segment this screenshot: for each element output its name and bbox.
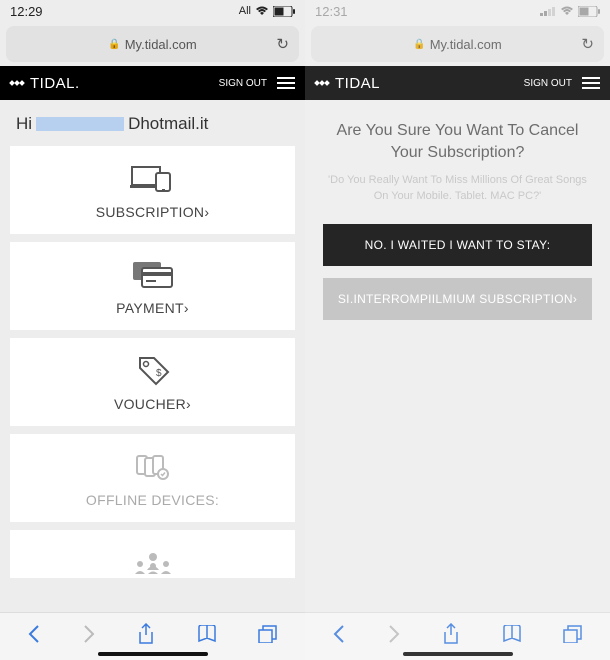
brand: TIDAL (315, 75, 380, 92)
bookmarks-icon[interactable] (502, 625, 522, 648)
brand-text: TIDAL (335, 75, 380, 92)
reload-icon[interactable]: ↻ (581, 35, 594, 53)
battery-icon (273, 6, 295, 17)
status-indicators (540, 6, 600, 17)
share-icon[interactable] (442, 623, 460, 650)
status-time: 12:31 (315, 4, 348, 19)
url-text: My.tidal.com (125, 37, 197, 52)
card-family[interactable] (10, 530, 295, 578)
card-offline-devices[interactable]: OFFLINE DEVICES: (10, 434, 295, 522)
lock-icon: 🔒 (108, 39, 120, 50)
brand-text: TIDAL. (30, 75, 80, 92)
svg-text:$: $ (156, 368, 162, 379)
card-payment[interactable]: PAYMENT› (10, 242, 295, 330)
card-label: SUBSCRIPTION› (10, 204, 295, 220)
tabs-icon[interactable] (258, 625, 278, 648)
carrier-label: All (239, 5, 251, 17)
devices-icon (10, 164, 295, 194)
cancel-subscription-button[interactable]: SI.INTERROMPIILMIUM SUBSCRIPTION› (323, 278, 592, 320)
tidal-app-bar: TIDAL SIGN OUT (305, 66, 610, 100)
content-right: Are You Sure You Want To Cancel Your Sub… (305, 100, 610, 612)
wifi-icon (255, 6, 269, 16)
card-label: OFFLINE DEVICES: (10, 492, 295, 508)
url-text: My.tidal.com (430, 37, 502, 52)
home-indicator[interactable] (98, 652, 208, 656)
sign-out-link[interactable]: SIGN OUT (524, 78, 572, 89)
status-bar: 12:31 (305, 0, 610, 22)
tag-icon: $ (10, 356, 295, 386)
nav-forward-icon (82, 624, 96, 649)
tabs-icon[interactable] (563, 625, 583, 648)
cancel-subtext: 'Do You Really Want To Miss Millions Of … (327, 173, 588, 204)
greeting-prefix: Hi (16, 114, 32, 134)
nav-back-icon[interactable] (27, 624, 41, 649)
cancel-heading: Are You Sure You Want To Cancel Your Sub… (323, 120, 592, 163)
card-label: PAYMENT› (10, 300, 295, 316)
status-time: 12:29 (10, 4, 43, 19)
tidal-logo-icon (315, 81, 329, 85)
home-indicator[interactable] (403, 652, 513, 656)
share-icon[interactable] (137, 623, 155, 650)
wifi-icon (560, 6, 574, 16)
sign-out-link[interactable]: SIGN OUT (219, 78, 267, 89)
nav-back-icon[interactable] (332, 624, 346, 649)
content-left: Hi Dhotmail.it SUBSCRIPTION› PAYMENT› $ … (0, 100, 305, 612)
phone-right: 12:31 🔒 My.tidal.com ↻ TIDAL SIGN OUT Ar… (305, 0, 610, 660)
greeting: Hi Dhotmail.it (16, 114, 295, 134)
credit-card-icon (10, 260, 295, 290)
lock-icon: 🔒 (413, 39, 425, 50)
reload-icon[interactable]: ↻ (276, 35, 289, 53)
bookmarks-icon[interactable] (197, 625, 217, 648)
greeting-suffix: Dhotmail.it (128, 114, 208, 134)
url-bar[interactable]: 🔒 My.tidal.com ↻ (311, 26, 604, 62)
hamburger-icon[interactable] (582, 77, 600, 89)
signal-icon (540, 6, 556, 16)
people-icon (10, 548, 295, 578)
nav-forward-icon (387, 624, 401, 649)
offline-devices-icon (10, 452, 295, 482)
tidal-logo-icon (10, 81, 24, 85)
redacted-name (36, 117, 124, 131)
battery-icon (578, 6, 600, 17)
brand: TIDAL. (10, 75, 80, 92)
card-label: VOUCHER› (10, 396, 295, 412)
card-subscription[interactable]: SUBSCRIPTION› (10, 146, 295, 234)
card-voucher[interactable]: $ VOUCHER› (10, 338, 295, 426)
tidal-app-bar: TIDAL. SIGN OUT (0, 66, 305, 100)
status-bar: 12:29 All (0, 0, 305, 22)
phone-left: 12:29 All 🔒 My.tidal.com ↻ TIDAL. SIGN O… (0, 0, 305, 660)
stay-button[interactable]: NO. I WAITED I WANT TO STAY: (323, 224, 592, 266)
status-indicators: All (239, 5, 295, 17)
hamburger-icon[interactable] (277, 77, 295, 89)
url-bar[interactable]: 🔒 My.tidal.com ↻ (6, 26, 299, 62)
